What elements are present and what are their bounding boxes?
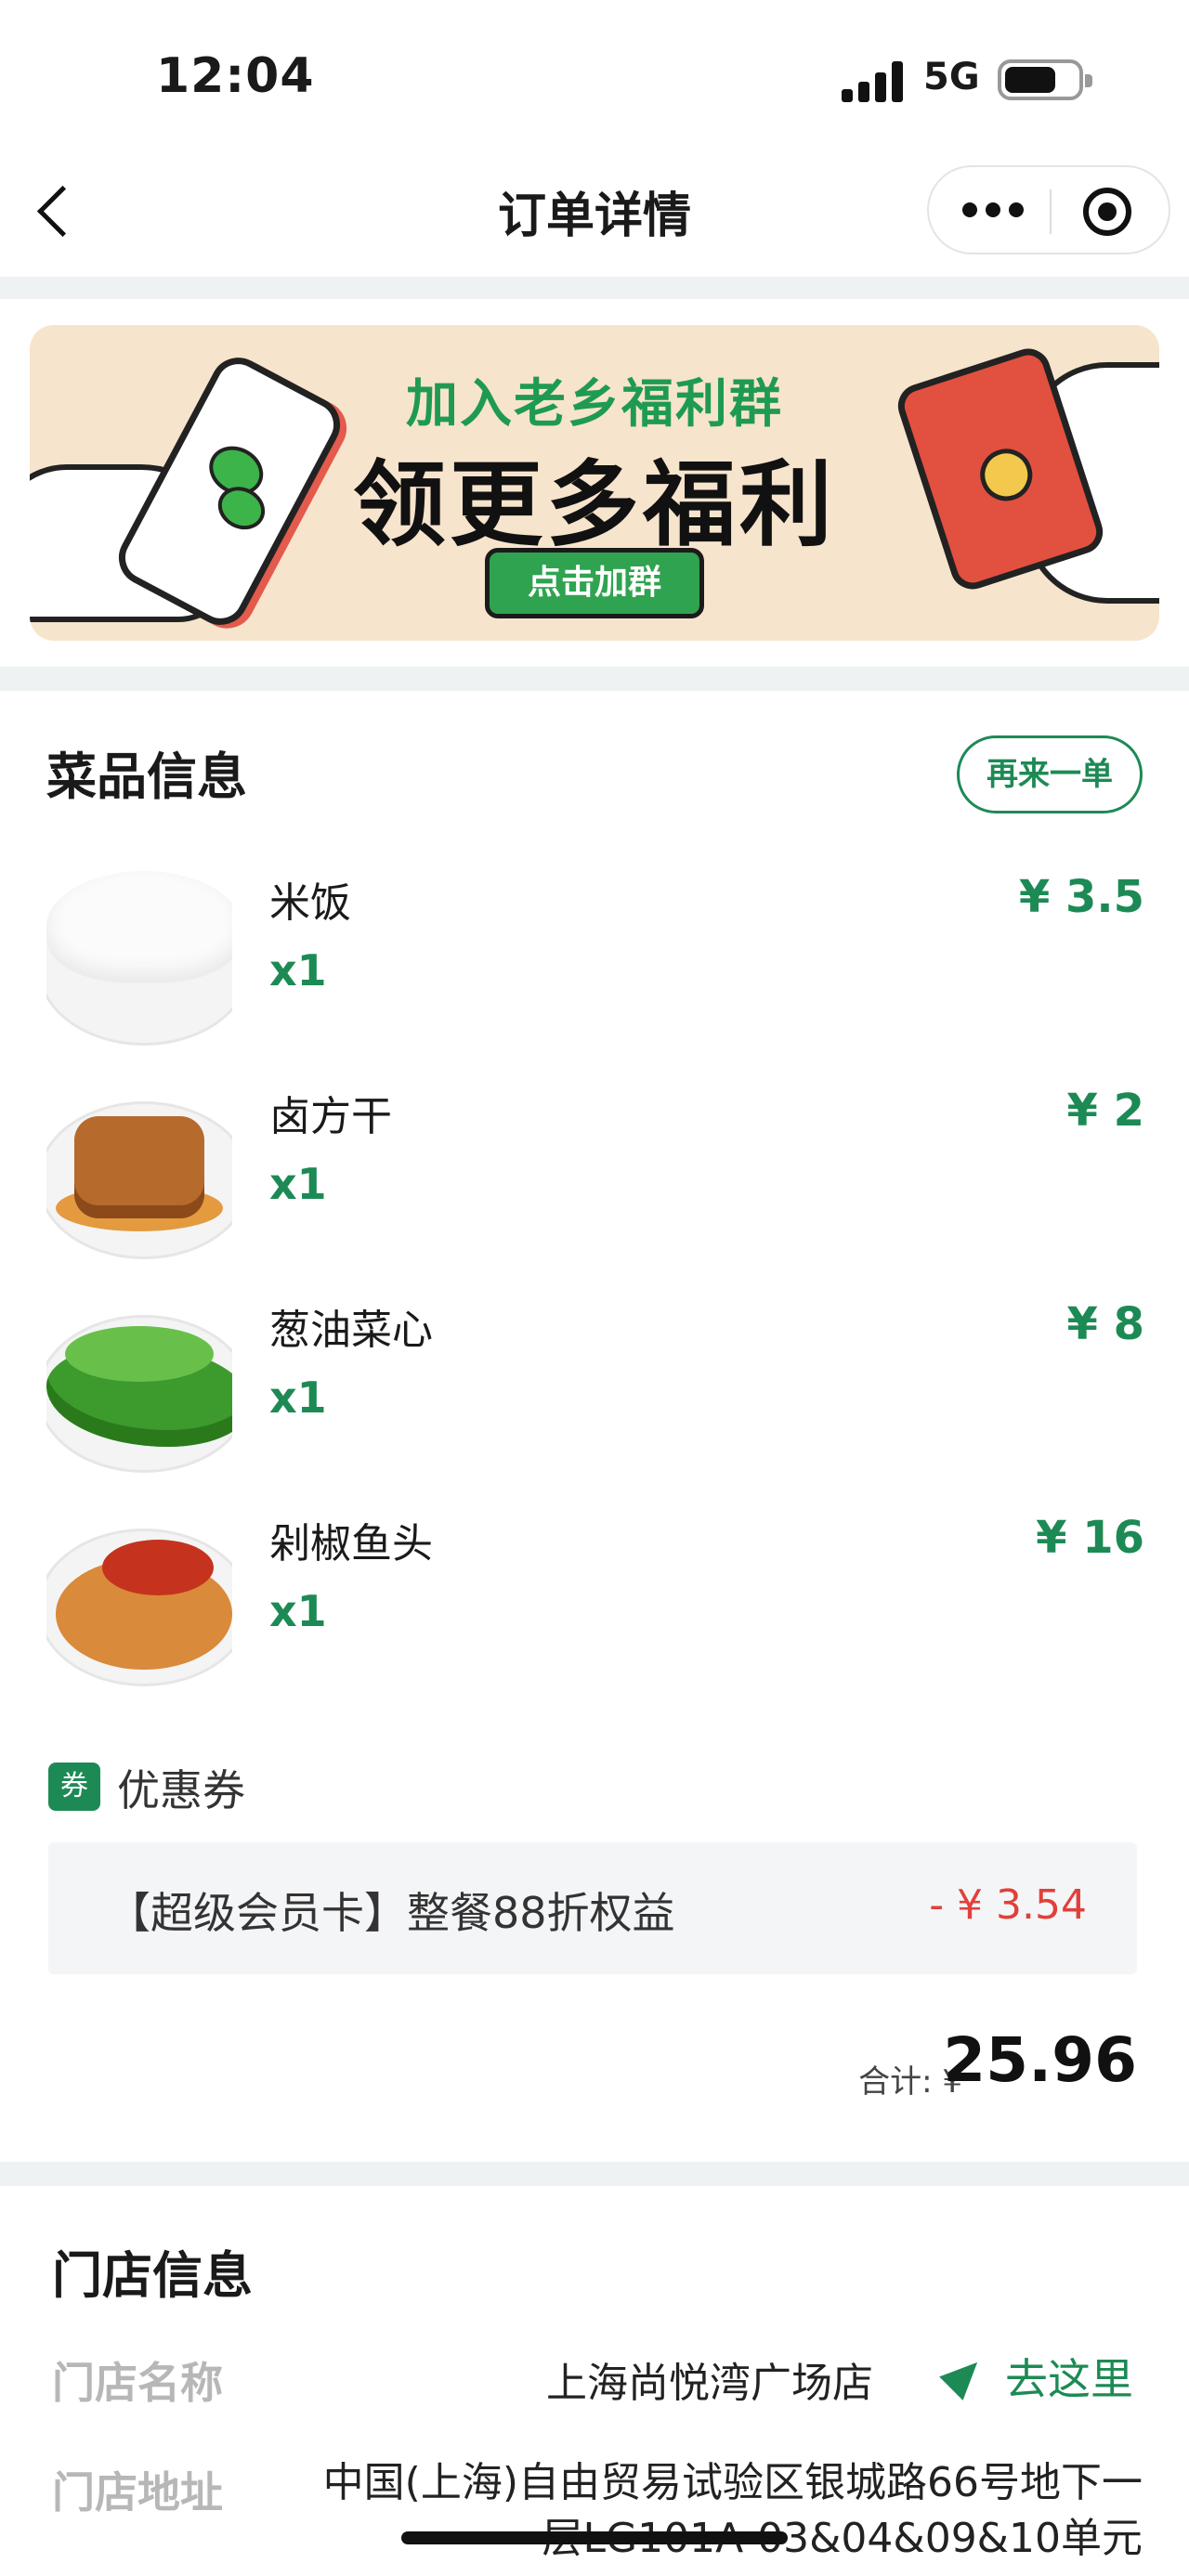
banner-title: 领更多福利 — [353, 450, 836, 559]
dish-item: 米饭 x1 ¥ 3.5 — [0, 862, 1189, 1047]
store-name: 上海尚悦湾广场店 — [546, 2360, 873, 2407]
signal-icon — [842, 61, 907, 102]
dish-price: ¥ 16 — [1036, 1512, 1144, 1564]
navigate-label: 去这里 — [1005, 2354, 1133, 2404]
coupon-name: 【超级会员卡】整餐88折权益 — [108, 1888, 675, 1938]
dish-item: 剁椒鱼头 x1 ¥ 16 — [0, 1503, 1189, 1688]
dish-photo — [46, 1503, 232, 1688]
dish-qty: x1 — [269, 1373, 327, 1423]
store-address-label: 门店地址 — [52, 2467, 223, 2517]
battery-icon — [998, 59, 1092, 100]
dish-item: 卤方干 x1 ¥ 2 — [0, 1075, 1189, 1261]
status-bar: 12:04 5G — [0, 0, 1189, 149]
capsule-divider — [1050, 189, 1052, 234]
reorder-button[interactable]: 再来一单 — [957, 735, 1143, 813]
coupon-label: 优惠券 — [117, 1765, 245, 1815]
store-address: 中国(上海)自由贸易试验区银城路66号地下一层LG101A-03&04&09&1… — [322, 2459, 1143, 2562]
dish-qty: x1 — [269, 945, 327, 995]
network-type: 5G — [923, 56, 980, 98]
section-divider — [0, 667, 1189, 691]
more-icon[interactable] — [962, 202, 1024, 221]
banner-subtitle: 加入老乡福利群 — [406, 374, 783, 435]
coupon-icon: 券 — [48, 1763, 100, 1811]
nav-bar: 订单详情 — [0, 149, 1189, 279]
miniprogram-capsule — [927, 165, 1170, 254]
home-indicator — [401, 2531, 788, 2544]
dish-photo — [46, 862, 232, 1047]
dish-name: 米饭 — [269, 879, 351, 927]
coupon-row: 【超级会员卡】整餐88折权益 - ¥ 3.54 — [48, 1842, 1137, 1974]
dish-name: 剁椒鱼头 — [269, 1520, 433, 1568]
coupon-discount: - ¥ 3.54 — [929, 1881, 1087, 1929]
dish-name: 葱油菜心 — [269, 1307, 433, 1354]
dish-price: ¥ 3.5 — [1018, 871, 1144, 923]
total-amount: 25.96 — [943, 2024, 1137, 2096]
dish-qty: x1 — [269, 1159, 327, 1209]
promo-banner[interactable]: 加入老乡福利群 领更多福利 点击加群 — [30, 325, 1159, 641]
dish-name: 卤方干 — [269, 1093, 392, 1140]
dish-qty: x1 — [269, 1586, 327, 1636]
status-time: 12:04 — [156, 48, 315, 104]
dish-photo — [46, 1075, 232, 1261]
section-title: 菜品信息 — [46, 748, 247, 806]
section-divider — [0, 277, 1189, 299]
navigate-button[interactable]: 去这里 — [939, 2346, 1143, 2404]
dish-price: ¥ 2 — [1066, 1085, 1144, 1137]
navigation-arrow-icon — [939, 2350, 989, 2400]
section-divider — [0, 2162, 1189, 2186]
dish-price: ¥ 8 — [1066, 1298, 1144, 1350]
section-title: 门店信息 — [52, 2246, 253, 2305]
dish-item: 葱油菜心 x1 ¥ 8 — [0, 1289, 1189, 1475]
join-group-button[interactable]: 点击加群 — [485, 548, 704, 618]
dish-photo — [46, 1289, 232, 1475]
close-miniprogram-icon[interactable] — [1083, 188, 1131, 236]
store-name-label: 门店名称 — [52, 2358, 223, 2408]
